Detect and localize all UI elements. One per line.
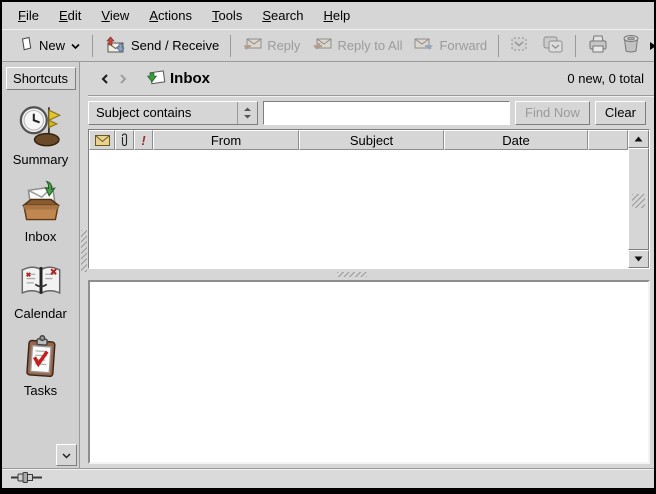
new-document-icon [18,36,34,55]
search-bar: Subject contains Find Now Clear [88,96,654,129]
move-message-button[interactable] [504,31,536,60]
message-list-scrollbar[interactable] [628,130,649,268]
search-input[interactable] [263,101,510,125]
print-button[interactable] [581,30,615,61]
reply-label: Reply [267,38,300,53]
scroll-up-button[interactable] [628,130,649,148]
forward-icon [414,36,434,55]
menu-file[interactable]: File [8,4,49,27]
menu-edit[interactable]: Edit [49,4,91,27]
send-receive-label: Send / Receive [131,38,219,53]
scrollbar-grip [632,194,645,208]
importance-icon: ! [141,133,145,148]
arrow-down-icon [634,256,643,262]
column-attachment[interactable] [115,130,134,150]
online-plug-icon[interactable] [10,471,44,487]
menu-tools[interactable]: Tools [202,4,252,27]
toolbar-separator [575,35,576,57]
toolbar-separator [498,35,499,57]
inbox-folder-icon [146,68,166,89]
scroll-down-button[interactable] [628,250,649,268]
copy-message-button[interactable] [536,31,570,60]
shortcut-bar-scroll-down-button[interactable] [56,444,77,466]
envelope-icon [95,135,110,146]
sidebar-item-label: Calendar [14,306,67,321]
column-from[interactable]: From [153,130,299,150]
find-now-button[interactable]: Find Now [515,101,590,125]
toolbar-overflow-icon[interactable] [647,39,656,53]
trash-icon [621,34,641,57]
reply-to-all-icon [312,36,332,55]
message-list-header: ! From Subject Date [89,130,628,150]
reply-button[interactable]: Reply [236,32,306,59]
menu-help[interactable]: Help [314,4,361,27]
send-receive-button[interactable]: Send / Receive [98,32,225,60]
nav-forward-icon [118,73,128,85]
move-message-icon [510,35,530,56]
new-button[interactable]: New [12,32,87,59]
combo-updown-icon [237,102,257,124]
scrollbar-thumb[interactable] [628,148,649,250]
print-icon [587,34,609,57]
forward-button[interactable]: Forward [408,32,493,59]
reply-icon [242,36,262,55]
summary-clock-icon [18,103,64,149]
folder-title: Inbox [170,70,210,87]
splitter-grip [337,272,367,277]
column-date[interactable]: Date [444,130,588,150]
shortcuts-group-button[interactable]: Shortcuts [6,67,76,90]
main-area: Shortcuts Summary [2,62,654,468]
inbox-tray-icon [18,180,64,226]
tasks-clipboard-icon [18,334,64,380]
search-criteria-value: Subject contains [96,105,191,120]
sidebar-item-inbox[interactable]: Inbox [2,180,79,244]
toolbar-separator [92,35,93,57]
trash-button[interactable] [615,30,647,61]
send-receive-icon [104,36,126,56]
message-list-body[interactable] [89,150,628,268]
reply-to-all-label: Reply to All [337,38,402,53]
preview-splitter[interactable] [88,269,654,280]
folder-header: Inbox 0 new, 0 total [88,62,654,96]
nav-forward-button[interactable] [114,69,132,89]
calendar-book-icon [18,257,64,303]
arrow-up-icon [634,136,643,142]
chevron-down-icon [70,38,81,53]
nav-back-button[interactable] [96,69,114,89]
sidebar-item-label: Summary [13,152,69,167]
clear-button[interactable]: Clear [595,101,646,125]
forward-label: Forward [439,38,487,53]
message-preview-pane[interactable] [88,280,650,464]
chevron-down-icon [61,448,72,463]
toolbar-separator [230,35,231,57]
menu-bar: File Edit View Actions Tools Search Help [2,2,654,29]
column-message-status[interactable] [89,130,115,150]
reply-to-all-button[interactable]: Reply to All [306,32,408,59]
content-area: Inbox 0 new, 0 total Subject contains Fi… [88,62,654,468]
search-criteria-dropdown[interactable]: Subject contains [88,101,258,125]
column-subject[interactable]: Subject [299,130,444,150]
new-button-label: New [39,38,65,53]
menu-view[interactable]: View [91,4,139,27]
splitter-grip [81,230,87,272]
sidebar-item-tasks[interactable]: Tasks [2,334,79,398]
toolbar: New Send / Receive Reply [2,29,654,62]
paperclip-icon [120,133,129,147]
nav-back-icon [100,73,110,85]
message-list-columns: ! From Subject Date [89,130,628,268]
column-importance[interactable]: ! [134,130,153,150]
shortcut-bar: Shortcuts Summary [2,62,80,468]
sidebar-item-label: Tasks [24,383,57,398]
sidebar-item-summary[interactable]: Summary [2,103,79,167]
sidebar-item-label: Inbox [25,229,57,244]
menu-search[interactable]: Search [252,4,313,27]
column-filler [588,130,628,150]
sidebar-item-calendar[interactable]: Calendar [2,257,79,321]
sidebar-splitter[interactable] [80,62,88,468]
menu-actions[interactable]: Actions [139,4,202,27]
message-list: ! From Subject Date [88,129,650,269]
status-bar [2,468,654,488]
folder-message-count: 0 new, 0 total [567,71,646,86]
copy-message-icon [542,35,564,56]
